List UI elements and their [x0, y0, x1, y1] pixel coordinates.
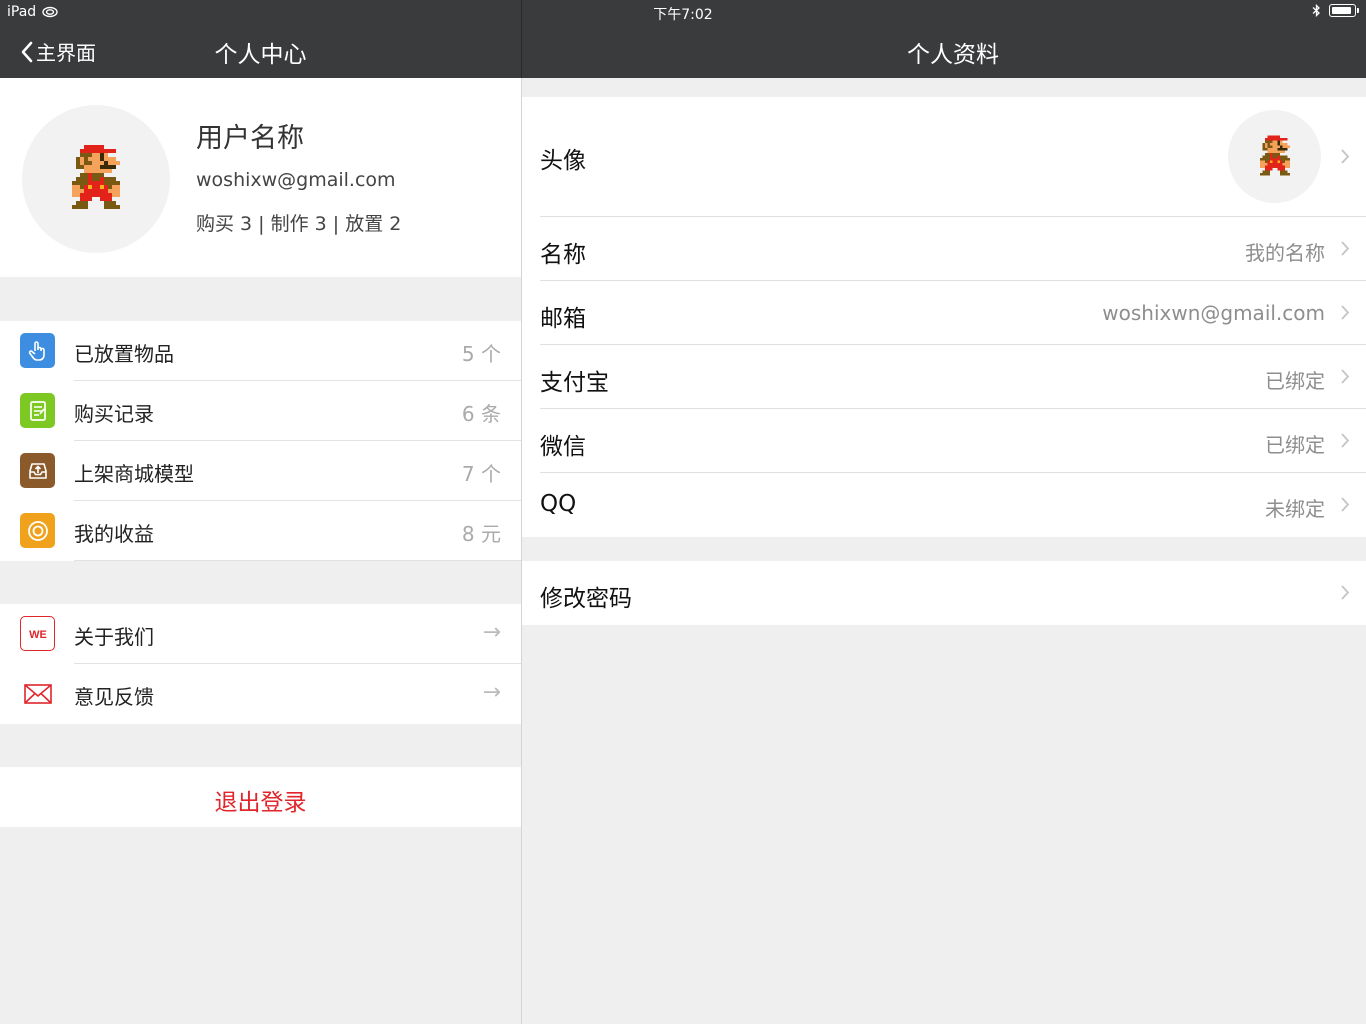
- chevron-right-icon: [1341, 585, 1350, 600]
- right-nav-title: 个人资料: [907, 42, 999, 68]
- chevron-right-icon: [1341, 433, 1350, 448]
- field-label: 邮箱: [540, 306, 586, 332]
- field-value: 已绑定: [1265, 433, 1325, 457]
- field-value: 我的名称: [1245, 241, 1325, 265]
- battery-icon: [1329, 4, 1359, 17]
- we-logo-icon: WE: [20, 616, 55, 651]
- menu-item-label: 上架商城模型: [74, 462, 194, 486]
- field-label: 名称: [540, 242, 586, 268]
- profile-fields-group: 头像 名称 我的名称 邮箱 woshixwn@gmail.com 支付宝 已绑定: [522, 97, 1366, 537]
- chevron-right-icon: [1341, 369, 1350, 384]
- menu-item-label: 购买记录: [74, 402, 154, 426]
- menu-item-about-us[interactable]: WE 关于我们 →: [0, 604, 521, 664]
- chevron-right-icon: [1341, 497, 1350, 512]
- upload-tray-icon: [20, 453, 55, 488]
- logout-button[interactable]: 退出登录: [0, 767, 521, 827]
- menu-item-purchase-history[interactable]: 购买记录 6 条: [0, 381, 521, 441]
- profile-stats: 购买 3 | 制作 3 | 放置 2: [196, 213, 402, 235]
- menu-item-label: 关于我们: [74, 625, 154, 649]
- profile-email: woshixw@gmail.com: [196, 169, 396, 191]
- split-divider-nav: [521, 0, 522, 78]
- pixel-mario-icon: [1259, 135, 1290, 176]
- pixel-mario-icon: [72, 145, 120, 209]
- field-name[interactable]: 名称 我的名称: [522, 217, 1366, 281]
- chevron-right-icon: [1341, 305, 1350, 320]
- left-nav-bar: 主界面 个人中心: [0, 24, 521, 78]
- profile-card[interactable]: 用户名称 woshixw@gmail.com 购买 3 | 制作 3 | 放置 …: [0, 78, 521, 277]
- menu-item-count: 6 条: [461, 402, 501, 426]
- status-time: 下午7:02: [653, 7, 713, 23]
- right-pane: 头像 名称 我的名称 邮箱 woshixwn@gmail.com 支付宝 已绑定: [522, 78, 1366, 1024]
- field-value: woshixwn@gmail.com: [1102, 301, 1325, 325]
- menu-item-placed-items[interactable]: 已放置物品 5 个: [0, 321, 521, 381]
- field-change-password[interactable]: 修改密码: [522, 561, 1366, 625]
- field-label: 修改密码: [540, 586, 632, 612]
- menu-item-feedback[interactable]: 意见反馈 →: [0, 664, 521, 724]
- menu-item-count: 8 元: [461, 522, 501, 546]
- left-nav-title: 个人中心: [214, 42, 307, 68]
- field-value: 已绑定: [1265, 369, 1325, 393]
- menu-item-listed-models[interactable]: 上架商城模型 7 个: [0, 441, 521, 501]
- profile-name: 用户名称: [196, 123, 304, 154]
- svg-text:WE: WE: [29, 629, 47, 641]
- hand-pointer-icon: [20, 333, 55, 368]
- menu-item-earnings[interactable]: 我的收益 8 元: [0, 501, 521, 561]
- row-separator: [74, 560, 521, 561]
- coin-icon: [20, 513, 55, 548]
- field-label: 头像: [540, 148, 586, 174]
- field-value: 未绑定: [1265, 497, 1325, 521]
- chevron-right-icon: [1341, 149, 1350, 164]
- secondary-menu: WE 关于我们 → 意见反馈 →: [0, 604, 521, 724]
- status-bar: iPad 下午7:02: [0, 0, 1366, 24]
- field-label: QQ: [540, 491, 577, 517]
- top-bar: iPad 下午7:02 主界面 个人中心 个人资料: [0, 0, 1366, 78]
- field-alipay[interactable]: 支付宝 已绑定: [522, 345, 1366, 409]
- menu-item-count: 7 个: [461, 462, 501, 486]
- menu-item-label: 我的收益: [74, 522, 154, 546]
- menu-item-label: 意见反馈: [74, 685, 154, 709]
- notepad-icon: [20, 393, 55, 428]
- field-label: 微信: [540, 434, 586, 460]
- envelope-icon: [20, 676, 55, 711]
- left-pane: 用户名称 woshixw@gmail.com 购买 3 | 制作 3 | 放置 …: [0, 78, 521, 1024]
- menu-item-count: 5 个: [461, 342, 501, 366]
- field-wechat[interactable]: 微信 已绑定: [522, 409, 1366, 473]
- menu-item-label: 已放置物品: [74, 342, 174, 366]
- split-divider: [521, 0, 522, 1024]
- field-avatar[interactable]: 头像: [522, 97, 1366, 217]
- main-menu: 已放置物品 5 个 购买记录 6 条 上架商城模型 7 个 我的收益 8 元: [0, 321, 521, 561]
- arrow-right-icon: →: [482, 680, 501, 705]
- field-label: 支付宝: [540, 370, 609, 396]
- bluetooth-icon: [1312, 4, 1320, 17]
- field-qq[interactable]: QQ 未绑定: [522, 473, 1366, 537]
- field-email[interactable]: 邮箱 woshixwn@gmail.com: [522, 281, 1366, 345]
- arrow-right-icon: →: [482, 620, 501, 645]
- password-group: 修改密码: [522, 561, 1366, 625]
- avatar: [1228, 110, 1321, 203]
- status-right: [1312, 4, 1359, 17]
- right-nav-bar: 个人资料: [522, 24, 1366, 78]
- avatar[interactable]: [22, 105, 170, 253]
- chevron-right-icon: [1341, 241, 1350, 256]
